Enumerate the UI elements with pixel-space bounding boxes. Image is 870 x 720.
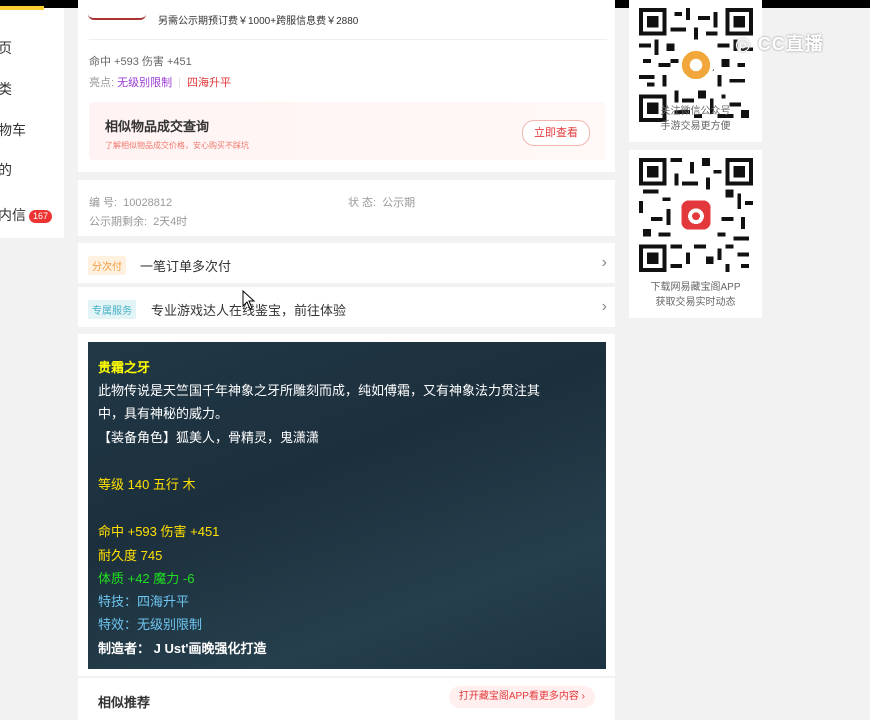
item-status-value: 公示期 xyxy=(382,197,416,209)
similar-deal-query: 相似物品成交查询 了解相似物品成交价格，安心购买不踩坑 立即查看 xyxy=(89,102,605,160)
nav-item-messages[interactable]: 内信 167 xyxy=(0,205,53,225)
service-tag: 专属服务 xyxy=(88,300,136,319)
chevron-right-icon: › xyxy=(601,254,607,271)
recommend-section: 相似推荐 打开藏宝阁APP看更多内容 › xyxy=(78,678,615,720)
nav-item-home[interactable]: 页 xyxy=(0,38,12,58)
divider xyxy=(89,39,607,40)
highlight-tag-no-level: 无级别限制 xyxy=(117,77,173,89)
remaining-value: 2天4时 xyxy=(153,216,188,228)
nav-indicator xyxy=(0,6,44,10)
remaining-label: 公示期剩余: xyxy=(89,216,148,228)
check-now-button[interactable]: 立即查看 xyxy=(522,120,590,146)
installment-text: 一笔订单多次付 xyxy=(140,259,232,274)
bonus-stats: 体质 +42 魔力 -6 xyxy=(98,571,195,586)
desc-line-3: 【装备角色】狐美人，骨精灵，鬼潇潇 xyxy=(98,430,320,445)
watermark-text: CC直播 xyxy=(757,34,824,54)
qr1-caption-1: 关注微信公众号 xyxy=(660,106,731,117)
similar-subtitle: 了解相似物品成交价格，安心购买不踩坑 xyxy=(105,141,249,150)
nav-item-cart[interactable]: 物车 xyxy=(0,120,26,140)
item-thumbnail[interactable] xyxy=(88,0,146,20)
app-qr-code xyxy=(639,158,753,272)
recommend-title: 相似推荐 xyxy=(98,695,151,710)
maker: 制造者： J Ust'画晚强化打造 xyxy=(98,641,267,656)
highlight-label: 亮点: xyxy=(89,77,115,89)
durability: 耐久度 745 xyxy=(98,548,163,563)
item-number: 编 号: 10028812 xyxy=(89,194,172,210)
message-count-badge: 167 xyxy=(29,209,53,223)
stream-watermark: ◎ CC直播 xyxy=(735,30,824,56)
wechat-qr-card: 关注微信公众号 手游交易更方便 xyxy=(629,0,762,142)
open-app-label: 打开藏宝阁APP看更多内容 xyxy=(458,691,579,702)
nav-item-messages-label: 内信 xyxy=(0,207,26,223)
qr1-caption-2: 手游交易更方便 xyxy=(660,121,731,132)
desc-line-1: 此物传说是天竺国千年神象之牙所雕刻而成，纯如傅霜，又有神象法力贯注其 xyxy=(98,383,541,398)
open-app-link[interactable]: 打开藏宝阁APP看更多内容 › xyxy=(448,686,595,708)
left-nav: 页 类 物车 的 内信 167 xyxy=(0,6,64,238)
watermark-icon: ◎ xyxy=(735,34,752,54)
highlight-tag-skill: 四海升平 xyxy=(186,77,231,89)
desc-line-2: 中，具有神秘的威力。 xyxy=(98,406,229,421)
mouse-pointer-icon xyxy=(242,290,256,310)
item-status: 状 态: 公示期 xyxy=(348,194,415,210)
qr2-caption-2: 获取交易实时动态 xyxy=(655,297,736,308)
nav-item-mine[interactable]: 的 xyxy=(0,160,12,180)
item-number-label: 编 号: xyxy=(89,197,118,209)
special-effect: 特效：无级别限制 xyxy=(98,617,203,632)
fee-line: 另需公示期预订费￥1000+跨服信息费￥2880 xyxy=(158,16,359,27)
item-name: 贵霜之牙 xyxy=(98,360,151,375)
installment-tag: 分次付 xyxy=(88,256,126,275)
remaining-time: 公示期剩余: 2天4时 xyxy=(89,213,187,229)
highlight-separator: | xyxy=(178,77,181,89)
level-line: 等级 140 五行 木 xyxy=(98,477,196,492)
chevron-right-icon: › xyxy=(601,298,607,315)
highlight-row: 亮点: 无级别限制 | 四海升平 xyxy=(89,74,231,90)
special-skill: 特技：四海升平 xyxy=(98,594,190,609)
attr-line: 命中 +593 伤害 +451 xyxy=(89,56,192,68)
attr-stats: 命中 +593 伤害 +451 xyxy=(98,524,220,539)
nav-item-category[interactable]: 类 xyxy=(0,79,12,99)
similar-title: 相似物品成交查询 xyxy=(105,119,210,134)
app-qr-card: 下载网易藏宝阁APP 获取交易实时动态 xyxy=(629,150,762,318)
item-number-value: 10028812 xyxy=(123,197,173,209)
item-status-label: 状 态: xyxy=(348,197,377,209)
item-description-panel: 贵霜之牙 此物传说是天竺国千年神象之牙所雕刻而成，纯如傅霜，又有神象法力贯注其 … xyxy=(88,342,606,669)
installment-row[interactable]: 分次付 一笔订单多次付 › xyxy=(78,243,615,283)
service-row[interactable]: 专属服务 专业游戏达人在线鉴宝，前往体验 › xyxy=(78,287,615,327)
qr2-caption-1: 下载网易藏宝阁APP xyxy=(650,282,741,293)
